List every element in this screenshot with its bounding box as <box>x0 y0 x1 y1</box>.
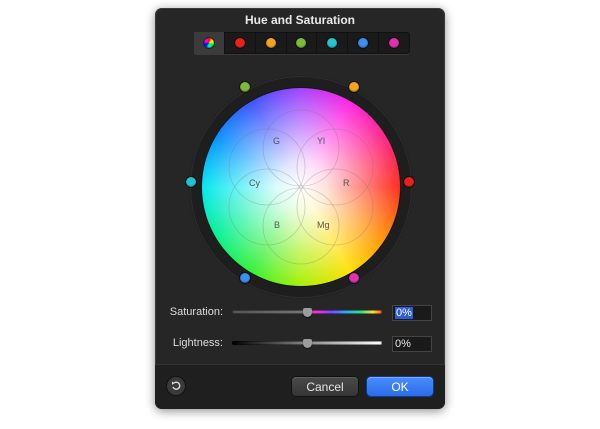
reset-icon <box>172 381 181 390</box>
master-color-icon <box>203 38 214 48</box>
tab-blue[interactable] <box>348 32 380 54</box>
color-wheel-overlay <box>228 109 374 265</box>
lightness-slider-thumb[interactable] <box>302 339 312 348</box>
dialog-footer: Cancel OK <box>155 364 445 409</box>
blue-color-icon <box>358 38 369 48</box>
green-color-icon <box>296 38 307 48</box>
ok-button[interactable]: OK <box>367 377 433 396</box>
lightness-label: Lightness: <box>172 337 223 349</box>
saturation-slider-thumb[interactable] <box>302 308 312 317</box>
wheel-label-red: R <box>343 178 350 188</box>
saturation-label: Saturation: <box>169 306 223 318</box>
tab-cyan[interactable] <box>317 32 349 54</box>
red-handle[interactable] <box>404 177 414 187</box>
cancel-button[interactable]: Cancel <box>292 377 358 396</box>
reset-button[interactable] <box>167 377 185 395</box>
tab-red[interactable] <box>225 32 256 54</box>
saturation-value-selected: 0% <box>395 307 413 319</box>
tab-magenta[interactable] <box>379 32 410 54</box>
wheel-label-cyan: Cy <box>249 178 260 188</box>
red-color-icon <box>234 38 245 48</box>
wheel-label-green: G <box>273 136 281 146</box>
cyan-handle[interactable] <box>186 177 196 187</box>
color-range-selector <box>194 32 410 54</box>
hue-saturation-dialog: Hue and Saturation G Yl Cy R B Mg Satura… <box>155 8 445 409</box>
wheel-label-magenta: Mg <box>317 220 330 230</box>
saturation-value-field[interactable]: 0% <box>392 305 432 321</box>
cyan-color-icon <box>327 38 338 48</box>
dialog-title: Hue and Saturation <box>244 13 355 27</box>
magenta-color-icon <box>389 38 400 48</box>
green-handle[interactable] <box>240 82 250 92</box>
tab-yellow[interactable] <box>256 32 287 54</box>
wheel-label-blue: B <box>274 220 281 230</box>
yellow-color-icon <box>265 38 276 48</box>
tab-green[interactable] <box>287 32 318 54</box>
blue-handle[interactable] <box>240 273 250 283</box>
tab-master[interactable] <box>194 32 225 54</box>
lightness-value-field[interactable]: 0% <box>392 336 432 352</box>
magenta-handle[interactable] <box>349 273 359 283</box>
yellow-handle[interactable] <box>349 82 359 92</box>
wheel-label-yellow: Yl <box>317 136 326 146</box>
